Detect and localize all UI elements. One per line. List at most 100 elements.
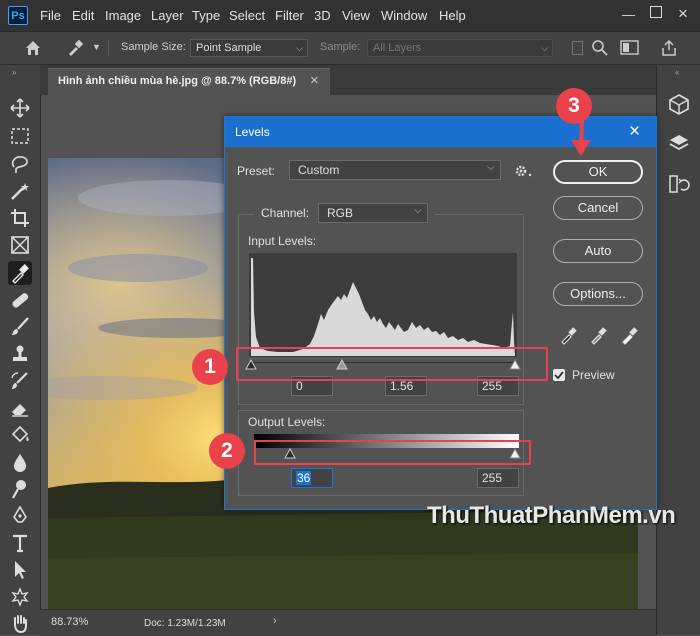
type-tool-icon[interactable] — [8, 532, 32, 554]
output-black-field[interactable]: 36 — [291, 468, 333, 488]
preview-label: Preview — [572, 368, 615, 382]
options-button[interactable]: Options... — [553, 282, 643, 306]
hand-tool-icon[interactable] — [8, 612, 32, 634]
paint-bucket-tool-icon[interactable] — [8, 424, 32, 446]
lasso-tool-icon[interactable] — [8, 153, 32, 175]
home-icon[interactable] — [24, 39, 42, 57]
sample-size-select[interactable]: Point Sample ⌵ — [190, 39, 308, 57]
preset-select[interactable]: Custom ⌵ — [289, 160, 501, 180]
gray-point-eyedropper-icon[interactable] — [589, 325, 609, 345]
search-icon[interactable] — [591, 39, 609, 57]
sample-label: Sample: — [320, 41, 361, 53]
menu-bar: Ps File Edit Image Layer Type Select Fil… — [0, 0, 700, 32]
input-levels-label: Input Levels: — [248, 234, 317, 248]
history-panel-icon[interactable] — [667, 173, 691, 195]
menu-window[interactable]: Window — [381, 8, 427, 23]
document-tab-title: Hình ảnh chiều mùa hè.jpg @ 88.7% (RGB/8… — [58, 75, 297, 87]
annotation-step-1: 1 — [192, 349, 228, 385]
dialog-title: Levels — [235, 125, 270, 139]
cancel-button[interactable]: Cancel — [553, 196, 643, 220]
status-menu-arrow-icon[interactable]: › — [273, 615, 277, 627]
divider — [238, 214, 254, 215]
options-bar: ▼ Sample Size: Point Sample ⌵ Sample: Al… — [0, 32, 700, 65]
sample-size-value: Point Sample — [196, 42, 262, 54]
sample-size-label: Sample Size: — [121, 41, 186, 53]
tools-panel: » — [0, 65, 41, 635]
sample-select[interactable]: All Layers ⌵ — [367, 39, 553, 57]
minimize-icon[interactable]: — — [622, 7, 635, 22]
channel-label: Channel: — [261, 206, 310, 220]
marquee-tool-icon[interactable] — [8, 125, 32, 147]
pen-tool-icon[interactable] — [8, 505, 32, 527]
output-black-value: 36 — [296, 471, 312, 485]
collapse-icon[interactable]: » — [12, 68, 16, 77]
divider — [108, 40, 109, 56]
auto-button[interactable]: Auto — [553, 239, 643, 263]
output-white-field[interactable]: 255 — [477, 468, 519, 488]
annotation-step-2: 2 — [209, 433, 245, 469]
status-bar: 88.73% Doc: 1.23M/1.23M › — [40, 609, 656, 636]
custom-shape-tool-icon[interactable] — [8, 586, 32, 608]
document-tab-close-icon[interactable]: × — [310, 72, 319, 89]
crop-tool-icon[interactable] — [8, 207, 32, 229]
dodge-tool-icon[interactable] — [8, 478, 32, 500]
eyedropper-tool-icon[interactable] — [66, 39, 84, 57]
menu-view[interactable]: View — [342, 8, 370, 23]
3d-panel-icon[interactable] — [667, 93, 691, 115]
eraser-tool-icon[interactable] — [8, 397, 32, 419]
dialog-close-icon[interactable]: × — [629, 121, 640, 143]
share-icon[interactable] — [660, 39, 678, 57]
preset-value: Custom — [298, 163, 340, 177]
brush-tool-icon[interactable] — [8, 316, 32, 338]
annotation-arrow-icon — [571, 119, 591, 156]
menu-help[interactable]: Help — [439, 8, 466, 23]
collapse-icon[interactable]: « — [675, 68, 679, 77]
zoom-level[interactable]: 88.73% — [51, 616, 88, 628]
menu-filter[interactable]: Filter — [275, 8, 304, 23]
show-sampling-ring-icon[interactable] — [572, 41, 583, 55]
healing-brush-tool-icon[interactable] — [8, 289, 32, 311]
menu-layer[interactable]: Layer — [151, 8, 184, 23]
menu-edit[interactable]: Edit — [72, 8, 94, 23]
chevron-down-icon: ⌵ — [487, 162, 495, 173]
white-point-eyedropper-icon[interactable] — [620, 325, 640, 345]
menu-select[interactable]: Select — [229, 8, 265, 23]
annotation-box-input-sliders — [236, 347, 548, 381]
preset-label: Preset: — [237, 164, 276, 178]
channel-value: RGB — [327, 206, 354, 220]
close-icon[interactable]: × — [678, 4, 688, 24]
document-tab[interactable]: Hình ảnh chiều mùa hè.jpg @ 88.7% (RGB/8… — [48, 68, 330, 95]
chevron-down-icon: ⌵ — [414, 205, 422, 216]
magic-wand-tool-icon[interactable] — [8, 180, 32, 202]
blur-tool-icon[interactable] — [8, 451, 32, 473]
menu-file[interactable]: File — [40, 8, 61, 23]
preset-options-gear-icon[interactable] — [514, 163, 534, 179]
workspace-icon[interactable] — [620, 39, 640, 57]
layers-panel-icon[interactable] — [667, 132, 691, 154]
menu-image[interactable]: Image — [105, 8, 141, 23]
watermark: ThuThuatPhanMem.vn — [427, 502, 676, 529]
clone-stamp-tool-icon[interactable] — [8, 343, 32, 365]
menu-type[interactable]: Type — [192, 8, 220, 23]
channel-select[interactable]: RGB ⌵ — [318, 203, 428, 223]
divider — [435, 214, 522, 215]
document-size: Doc: 1.23M/1.23M — [144, 618, 226, 629]
chevron-down-icon: ⌵ — [541, 43, 548, 53]
frame-tool-icon[interactable] — [8, 234, 32, 256]
chevron-down-icon: ⌵ — [296, 43, 303, 53]
eyedropper-icon — [12, 264, 29, 284]
output-levels-label: Output Levels: — [248, 415, 326, 429]
maximize-icon[interactable] — [650, 6, 662, 18]
black-point-eyedropper-icon[interactable] — [559, 325, 579, 345]
photoshop-logo: Ps — [8, 6, 28, 25]
preview-checkbox[interactable] — [553, 369, 565, 381]
ok-button[interactable]: OK — [553, 160, 643, 184]
sample-value: All Layers — [373, 42, 422, 54]
menu-3d[interactable]: 3D — [314, 8, 331, 23]
path-selection-tool-icon[interactable] — [8, 559, 32, 581]
eyedropper-tool-button[interactable] — [8, 261, 32, 285]
annotation-box-output-sliders — [254, 440, 531, 465]
tool-preset-chevron-icon[interactable]: ▼ — [92, 42, 101, 52]
history-brush-tool-icon[interactable] — [8, 370, 32, 392]
move-tool-icon[interactable] — [8, 97, 32, 119]
